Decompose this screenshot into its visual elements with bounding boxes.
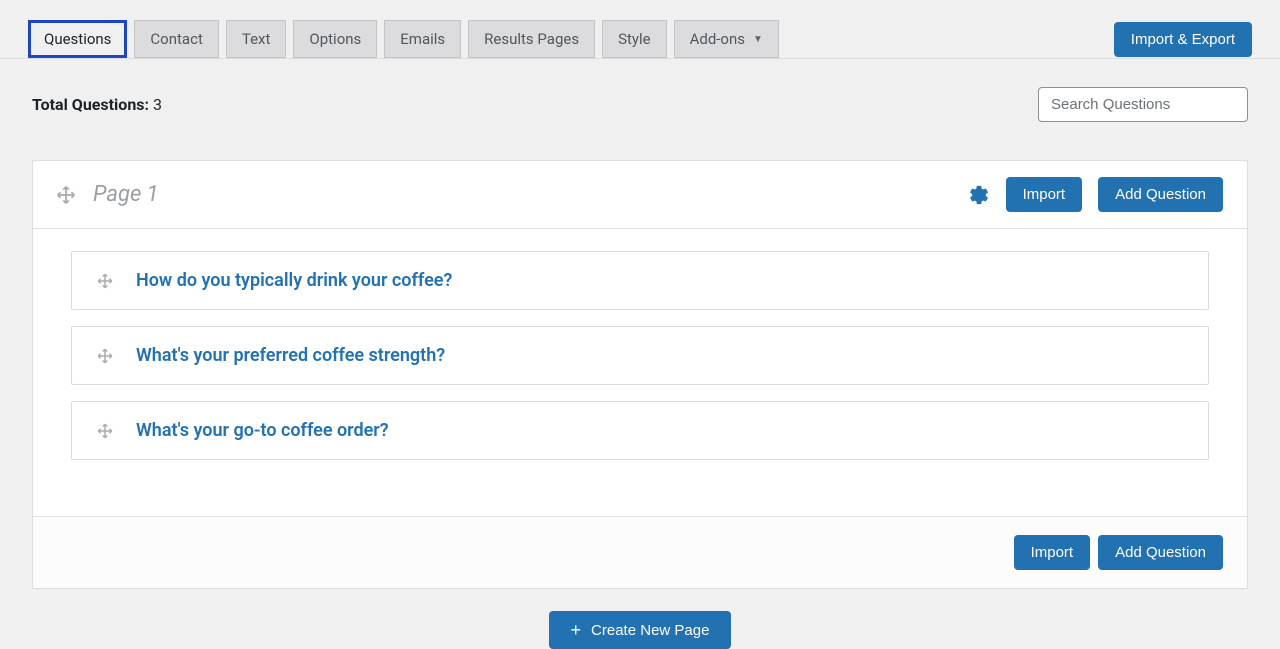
tab-emails[interactable]: Emails: [384, 20, 461, 58]
question-item[interactable]: How do you typically drink your coffee?: [71, 251, 1209, 310]
import-button-footer[interactable]: Import: [1014, 535, 1091, 570]
tab-addons[interactable]: Add-ons ▼: [674, 20, 779, 58]
drag-handle-icon[interactable]: [55, 184, 77, 206]
tab-questions[interactable]: Questions: [28, 20, 127, 58]
create-page-row: + Create New Page: [0, 611, 1280, 649]
drag-handle-icon[interactable]: [96, 347, 114, 365]
questions-list: How do you typically drink your coffee? …: [33, 229, 1247, 516]
tab-label: Text: [242, 30, 271, 48]
total-questions-count: 3: [153, 95, 162, 114]
tab-options[interactable]: Options: [293, 20, 377, 58]
drag-handle-icon[interactable]: [96, 272, 114, 290]
add-question-button[interactable]: Add Question: [1098, 177, 1223, 212]
page-title: Page 1: [93, 182, 952, 207]
tab-label: Results Pages: [484, 30, 579, 48]
tab-bar: Questions Contact Text Options Emails Re…: [0, 0, 1280, 59]
import-button[interactable]: Import: [1006, 177, 1083, 212]
tabs-group: Questions Contact Text Options Emails Re…: [28, 20, 779, 58]
tab-label: Style: [618, 30, 651, 48]
question-title[interactable]: What's your preferred coffee strength?: [136, 345, 445, 366]
tab-label: Options: [309, 30, 361, 48]
gear-icon[interactable]: [968, 184, 990, 206]
footer-actions: Import Add Question: [33, 516, 1247, 588]
tab-style[interactable]: Style: [602, 20, 667, 58]
add-question-button-footer[interactable]: Add Question: [1098, 535, 1223, 570]
create-new-page-button[interactable]: + Create New Page: [549, 611, 732, 649]
tab-contact[interactable]: Contact: [134, 20, 218, 58]
caret-down-icon: ▼: [753, 34, 763, 45]
question-item[interactable]: What's your go-to coffee order?: [71, 401, 1209, 460]
question-title[interactable]: What's your go-to coffee order?: [136, 420, 389, 441]
drag-handle-icon[interactable]: [96, 422, 114, 440]
tab-label: Contact: [150, 30, 202, 48]
search-input[interactable]: [1038, 87, 1248, 122]
total-questions-label: Total Questions:: [32, 95, 149, 114]
page-container: Page 1 Import Add Question How do you ty…: [32, 160, 1248, 589]
meta-row: Total Questions: 3: [0, 59, 1280, 132]
plus-icon: +: [571, 621, 582, 639]
question-title[interactable]: How do you typically drink your coffee?: [136, 270, 452, 291]
create-new-page-label: Create New Page: [591, 622, 709, 639]
tab-label: Questions: [44, 30, 111, 48]
tab-results-pages[interactable]: Results Pages: [468, 20, 595, 58]
tab-label: Add-ons: [690, 30, 745, 48]
import-export-button[interactable]: Import & Export: [1114, 22, 1252, 57]
tab-label: Emails: [400, 30, 445, 48]
page-header: Page 1 Import Add Question: [33, 161, 1247, 229]
question-item[interactable]: What's your preferred coffee strength?: [71, 326, 1209, 385]
tab-text[interactable]: Text: [226, 20, 287, 58]
